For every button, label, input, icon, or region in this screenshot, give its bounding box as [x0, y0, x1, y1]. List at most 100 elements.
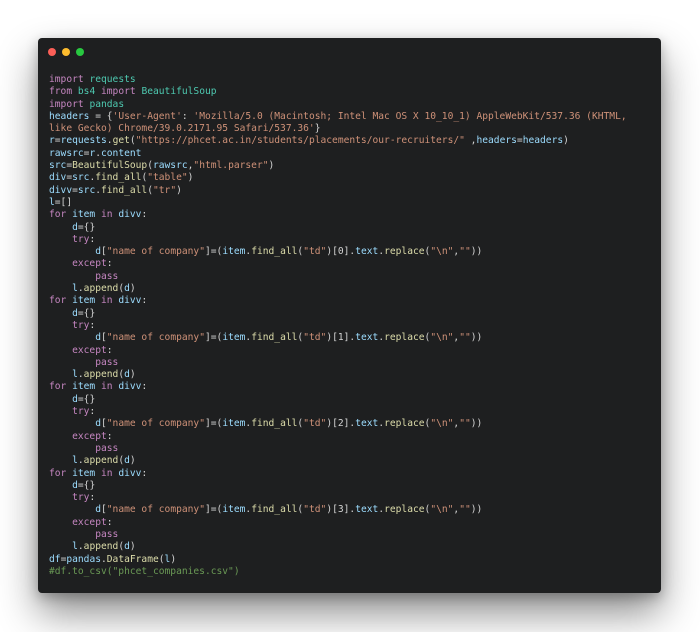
- code-token: :: [89, 406, 96, 418]
- code-token: "td": [303, 504, 327, 516]
- code-line: d={}: [49, 480, 651, 492]
- code-token: )): [470, 418, 483, 430]
- code-token: DataFrame: [106, 553, 159, 565]
- code-token: "": [459, 332, 471, 344]
- code-token: item: [72, 467, 96, 479]
- code-token: content: [101, 147, 142, 159]
- code-line: #df.to_csv("phcet_companies.csv"): [49, 566, 651, 578]
- code-token: ]=(: [204, 332, 223, 344]
- code-token: replace: [384, 504, 425, 516]
- code-token: try: [72, 406, 90, 418]
- code-line: df=pandas.DataFrame(l): [49, 554, 651, 566]
- code-token: ): [129, 541, 136, 553]
- code-line: l.append(d): [49, 283, 651, 295]
- code-token: divv: [118, 209, 142, 221]
- code-line: except:: [49, 258, 651, 270]
- code-token: =[]: [54, 196, 73, 208]
- code-token: append: [83, 369, 119, 381]
- code-token: text: [355, 246, 379, 258]
- code-token: div: [49, 172, 67, 184]
- code-token: find_all: [101, 184, 148, 196]
- code-token: rawsrc: [152, 160, 188, 172]
- code-token: in: [101, 467, 113, 479]
- code-token: #df.to_csv("phcet_companies.csv"): [49, 565, 240, 577]
- code-token: }: [314, 123, 321, 135]
- code-token: :: [106, 516, 113, 528]
- minimize-button[interactable]: [62, 48, 70, 56]
- code-token: import: [49, 98, 84, 110]
- code-line: try:: [49, 406, 651, 418]
- code-token: "name of company": [106, 504, 205, 516]
- code-token: text: [355, 332, 379, 344]
- code-line: l.append(d): [49, 455, 651, 467]
- code-line: for item in divv:: [49, 468, 651, 480]
- code-token: ): [563, 135, 569, 147]
- code-token: "\n": [430, 418, 454, 430]
- code-token: find_all: [251, 246, 298, 258]
- code-token: in: [101, 381, 113, 393]
- code-token: "tr": [153, 184, 177, 196]
- code-token: item: [222, 504, 246, 516]
- code-token: :: [141, 209, 148, 221]
- code-block: import requests from bs4 import Beautiful…: [49, 74, 651, 578]
- code-token: "": [459, 246, 471, 258]
- code-line: d={}: [49, 308, 651, 320]
- code-token: find_all: [251, 418, 298, 430]
- code-line: import requests: [49, 74, 651, 86]
- code-token: find_all: [95, 172, 142, 184]
- code-token: pass: [95, 356, 119, 368]
- code-token: import: [49, 74, 84, 85]
- code-token: item: [72, 381, 96, 393]
- code-line: src=BeautifulSoup(rawsrc,"html.parser"): [49, 160, 651, 172]
- code-token: ): [129, 455, 136, 467]
- code-token: :: [141, 381, 148, 393]
- code-token: 'User-Agent': [112, 110, 182, 122]
- code-line: pass: [49, 357, 651, 369]
- code-token: src: [77, 184, 96, 196]
- code-token: replace: [384, 418, 425, 430]
- code-line: like Gecko) Chrome/39.0.2171.95 Safari/5…: [49, 123, 651, 135]
- code-line: l.append(d): [49, 369, 651, 381]
- code-token: try: [72, 233, 90, 245]
- code-token: in: [101, 295, 113, 307]
- code-token: requests: [60, 135, 107, 147]
- code-line: headers = {'User-Agent': 'Mozilla/5.0 (M…: [49, 111, 651, 123]
- code-token: find_all: [251, 332, 298, 344]
- code-token: item: [222, 332, 246, 344]
- code-token: :: [141, 295, 148, 307]
- code-token: )[2].: [326, 418, 356, 430]
- code-token: "name of company": [106, 418, 205, 430]
- code-token: except: [72, 430, 107, 442]
- code-window: import requests from bs4 import Beautiful…: [38, 38, 661, 593]
- code-token: divv: [118, 381, 142, 393]
- code-token: ={}: [77, 393, 96, 405]
- code-token: "": [459, 418, 471, 430]
- code-line: d["name of company"]=(item.find_all("td"…: [49, 246, 651, 258]
- maximize-button[interactable]: [76, 48, 84, 56]
- code-token: :: [89, 319, 96, 331]
- code-token: item: [222, 418, 246, 430]
- code-token: :: [106, 258, 113, 270]
- code-token: append: [83, 541, 119, 553]
- code-token: item: [72, 209, 96, 221]
- code-token: pass: [95, 270, 119, 282]
- code-token: bs4: [77, 86, 96, 98]
- code-line: divv=src.find_all("tr"): [49, 185, 651, 197]
- close-button[interactable]: [48, 48, 56, 56]
